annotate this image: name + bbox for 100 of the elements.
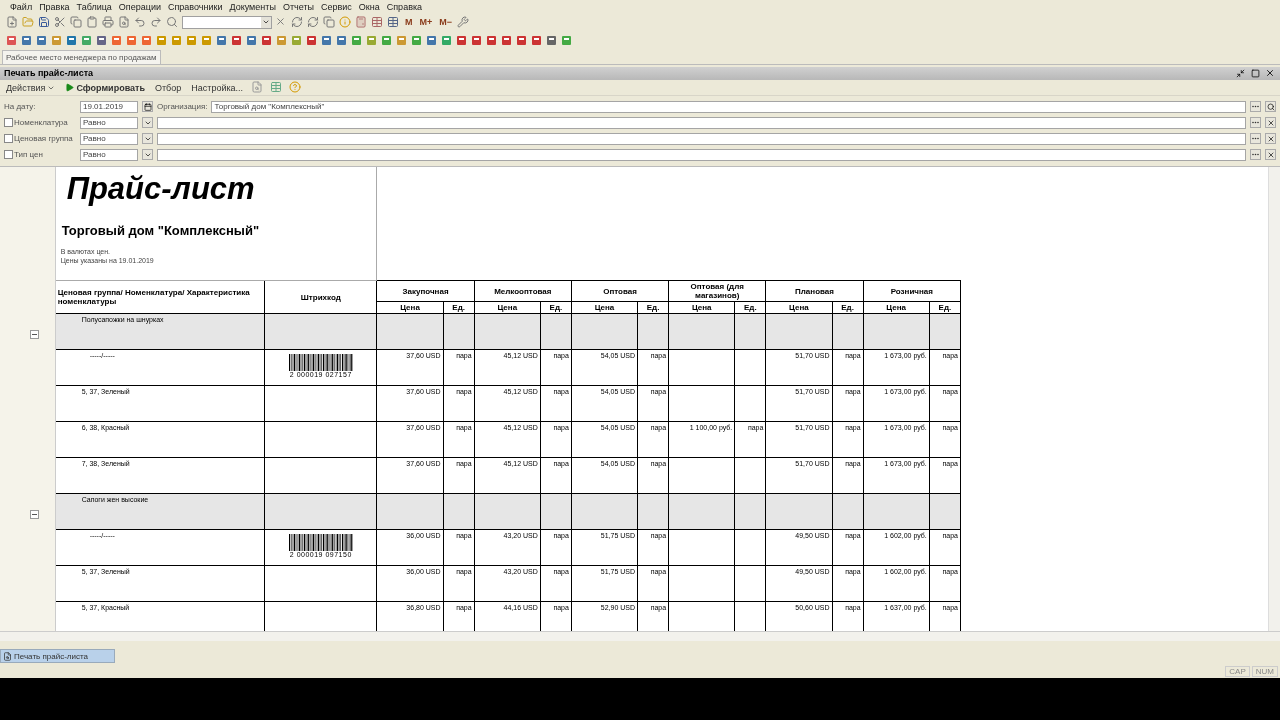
menu-item[interactable]: Справка [386, 1, 423, 12]
document-icon[interactable] [251, 81, 265, 95]
menu-item[interactable]: Документы [229, 1, 276, 12]
printer-icon[interactable] [102, 16, 115, 29]
report-icon[interactable] [21, 34, 33, 47]
filter-value-field[interactable] [157, 148, 1246, 161]
dropdown-button[interactable] [142, 117, 153, 129]
select-button[interactable] [1250, 149, 1261, 161]
actions-menu[interactable]: Действия [4, 82, 58, 93]
new-file-icon[interactable] [6, 16, 19, 29]
clear-button[interactable] [1265, 149, 1276, 161]
select-button[interactable] [1250, 101, 1261, 113]
report-icon[interactable] [171, 34, 183, 47]
scissors-icon[interactable] [54, 16, 67, 29]
calendar-button[interactable] [142, 101, 153, 113]
horizontal-scrollbar[interactable] [0, 630, 1280, 641]
collapse-icon[interactable] [30, 329, 39, 339]
refresh-icon[interactable] [291, 16, 304, 29]
select-button[interactable] [1250, 133, 1261, 145]
taskbar-button[interactable]: Печать прайс-листа [0, 649, 115, 664]
search-combo[interactable] [182, 16, 272, 29]
report-icon[interactable] [141, 34, 153, 47]
report-icon[interactable] [306, 34, 318, 47]
report-icon[interactable] [546, 34, 558, 47]
clear-button[interactable] [1265, 117, 1276, 129]
memory-button[interactable]: M− [437, 17, 455, 28]
report-icon[interactable] [531, 34, 543, 47]
generate-button[interactable]: Сформировать [63, 82, 147, 93]
condition-field[interactable]: Равно [80, 116, 138, 129]
report-icon[interactable] [231, 34, 243, 47]
toolbar-button[interactable]: Настройка... [189, 82, 246, 93]
organization-field[interactable]: Торговый дом "Комплексный" [211, 100, 1246, 113]
report-icon[interactable] [351, 34, 363, 47]
report-icon[interactable] [186, 34, 198, 47]
report-icon[interactable] [471, 34, 483, 47]
report-icon[interactable] [156, 34, 168, 47]
report-icon[interactable] [291, 34, 303, 47]
undo-icon[interactable] [134, 16, 147, 29]
menu-item[interactable]: Файл [10, 1, 33, 12]
report-icon[interactable] [36, 34, 48, 47]
menu-item[interactable]: Справочники [167, 1, 223, 12]
document-tab[interactable]: Рабочее место менеджера по продажам [2, 49, 161, 64]
report-icon[interactable] [81, 34, 93, 47]
report-icon[interactable] [201, 34, 213, 47]
table-icon[interactable] [371, 16, 384, 29]
memory-button[interactable]: M [403, 17, 415, 28]
report-icon[interactable] [456, 34, 468, 47]
menu-item[interactable]: Окна [358, 1, 380, 12]
report-icon[interactable] [441, 34, 453, 47]
toolbar-button[interactable]: Отбор [153, 82, 184, 93]
menu-item[interactable]: Правка [39, 1, 70, 12]
collapse-icon[interactable] [30, 509, 39, 519]
menu-item[interactable]: Сервис [321, 1, 352, 12]
refresh-icon[interactable] [307, 16, 320, 29]
search-button[interactable] [1265, 101, 1276, 113]
clipboard-icon[interactable] [86, 16, 99, 29]
save-icon[interactable] [38, 16, 51, 29]
report-icon[interactable] [111, 34, 123, 47]
report-icon[interactable] [336, 34, 348, 47]
filter-checkbox[interactable]: Тип цен [4, 150, 76, 160]
report-icon[interactable] [396, 34, 408, 47]
memory-button[interactable]: M+ [417, 17, 435, 28]
dropdown-button[interactable] [142, 149, 153, 161]
report-icon[interactable] [381, 34, 393, 47]
filter-value-field[interactable] [157, 132, 1246, 145]
menu-item[interactable]: Операции [118, 1, 161, 12]
report-icon[interactable] [6, 34, 18, 47]
select-button[interactable] [1250, 117, 1261, 129]
menu-item[interactable]: Отчеты [282, 1, 314, 12]
minimize-button[interactable] [1234, 67, 1246, 80]
report-icon[interactable] [96, 34, 108, 47]
report-icon[interactable] [51, 34, 63, 47]
report-icon[interactable] [366, 34, 378, 47]
clear-button[interactable] [1265, 133, 1276, 145]
maximize-button[interactable] [1249, 67, 1261, 80]
report-icon[interactable] [501, 34, 513, 47]
condition-field[interactable]: Равно [80, 148, 138, 161]
copy-icon[interactable] [70, 16, 83, 29]
report-icon[interactable] [246, 34, 258, 47]
condition-field[interactable]: Равно [80, 132, 138, 145]
search-icon[interactable] [166, 16, 179, 29]
date-field[interactable]: 19.01.2019 [80, 100, 138, 113]
menu-item[interactable]: Таблица [76, 1, 112, 12]
redo-icon[interactable] [150, 16, 163, 29]
report-icon[interactable] [561, 34, 573, 47]
filter-checkbox[interactable]: Ценовая группа [4, 134, 76, 144]
windows-icon[interactable] [323, 16, 336, 29]
filter-checkbox[interactable]: Номенклатура [4, 118, 76, 128]
report-icon[interactable] [321, 34, 333, 47]
report-icon[interactable] [411, 34, 423, 47]
report-icon[interactable] [66, 34, 78, 47]
tools-icon[interactable] [457, 16, 471, 29]
dropdown-button[interactable] [142, 133, 153, 145]
report-icon[interactable] [126, 34, 138, 47]
vertical-scrollbar[interactable] [1268, 166, 1280, 631]
report-icon[interactable] [261, 34, 273, 47]
filter-value-field[interactable] [157, 116, 1246, 129]
report-icon[interactable] [486, 34, 498, 47]
preview-icon[interactable] [118, 16, 131, 29]
report-icon[interactable] [276, 34, 288, 47]
